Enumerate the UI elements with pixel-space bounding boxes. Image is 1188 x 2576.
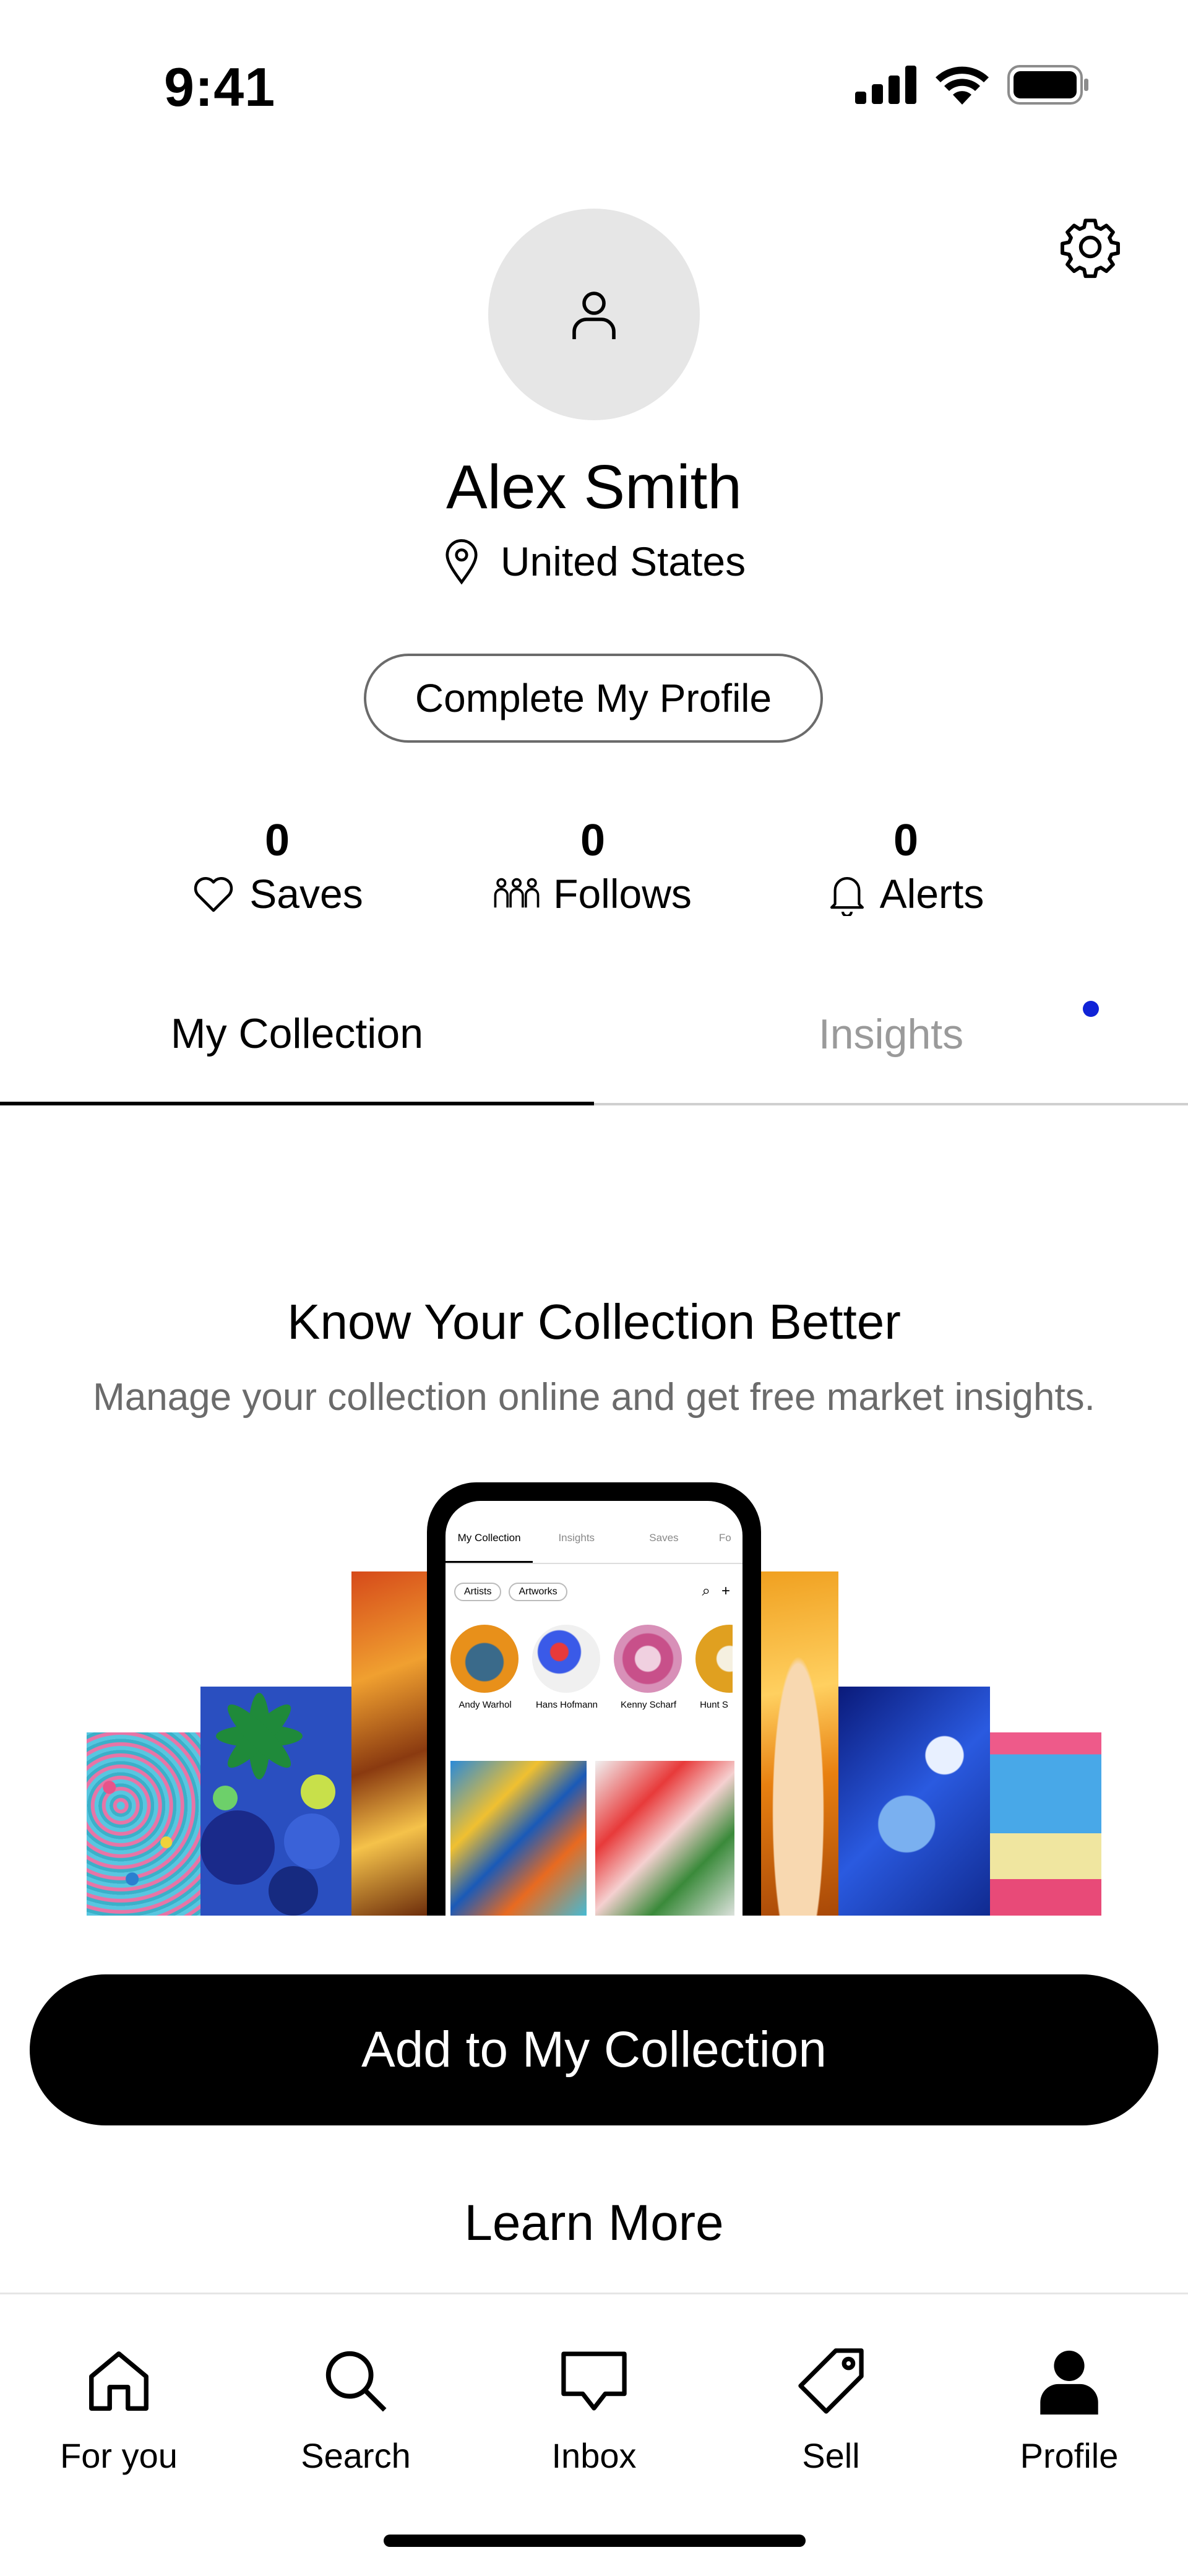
inbox-icon xyxy=(561,2351,627,2411)
artist-name: Andy Warhol xyxy=(458,1700,512,1710)
artwork-image xyxy=(990,1732,1101,1916)
profile-tabs: My Collection Insights xyxy=(0,966,1188,1108)
status-time: 9:41 xyxy=(164,56,276,118)
nav-label: Search xyxy=(301,2436,411,2475)
alerts-label: Alerts xyxy=(879,871,984,917)
artwork-image xyxy=(87,1732,200,1916)
avatar[interactable] xyxy=(488,209,700,420)
battery-icon xyxy=(1007,65,1088,105)
bottom-nav: For you Search Inbox Sell Profile xyxy=(0,2294,1188,2576)
artist-name: Hunt S xyxy=(700,1700,728,1710)
stat-saves[interactable]: 0 Saves xyxy=(147,811,407,917)
home-icon xyxy=(89,2351,148,2411)
mockup-tab: Fo xyxy=(718,1532,731,1544)
artwork-image xyxy=(450,1761,587,1916)
artwork-image xyxy=(200,1687,351,1916)
complete-profile-button[interactable]: Complete My Profile xyxy=(364,654,823,743)
profile-location: United States xyxy=(0,537,1188,586)
map-pin-icon xyxy=(446,539,478,585)
alerts-count: 0 xyxy=(893,816,919,865)
status-icons xyxy=(855,65,1089,105)
nav-search[interactable]: Search xyxy=(263,2338,449,2476)
mockup-chip: Artworks xyxy=(509,1583,567,1601)
mockup-tab: My Collection xyxy=(446,1527,533,1563)
mockup-chip: Artists xyxy=(454,1583,502,1601)
follows-label: Follows xyxy=(553,871,692,917)
learn-more-link[interactable]: Learn More xyxy=(0,2194,1188,2252)
tab-insights[interactable]: Insights xyxy=(594,966,1188,1105)
mockup-tab: Insights xyxy=(558,1532,595,1544)
artwork-image xyxy=(595,1761,734,1916)
saves-count: 0 xyxy=(264,816,290,865)
nav-label: Sell xyxy=(802,2436,860,2475)
stat-follows[interactable]: 0 Follows xyxy=(463,811,723,917)
nav-label: Profile xyxy=(1020,2436,1119,2475)
nav-inbox[interactable]: Inbox xyxy=(501,2338,687,2476)
profile-filled-icon xyxy=(1040,2350,1098,2415)
home-indicator xyxy=(384,2535,806,2547)
tag-icon xyxy=(798,2348,864,2414)
tab-my-collection[interactable]: My Collection xyxy=(0,966,594,1105)
artist-name: Kenny Scharf xyxy=(620,1700,677,1710)
artist-name: Hans Hofmann xyxy=(535,1700,598,1710)
wifi-icon xyxy=(936,66,989,105)
follows-count: 0 xyxy=(580,816,606,865)
settings-button[interactable] xyxy=(1057,214,1124,280)
artist-avatar xyxy=(450,1625,519,1693)
artist-avatar xyxy=(532,1625,600,1693)
nav-label: For you xyxy=(60,2436,178,2475)
promo-subtitle: Manage your collection online and get fr… xyxy=(93,1376,1095,1419)
phone-mockup: My Collection Insights Saves Fo Artists … xyxy=(427,1482,761,1916)
mockup-search-icon: ⌕ xyxy=(702,1583,710,1599)
gear-icon xyxy=(1061,218,1120,279)
artwork-image xyxy=(838,1687,990,1916)
nav-label: Inbox xyxy=(551,2436,637,2475)
status-bar: 9:41 xyxy=(0,0,1188,173)
promo-title: Know Your Collection Better xyxy=(287,1294,901,1349)
user-outline-icon xyxy=(572,292,616,339)
artwork-image xyxy=(351,1571,432,1916)
location-text: United States xyxy=(500,538,746,584)
people-icon xyxy=(494,878,540,908)
mockup-tab: Saves xyxy=(649,1532,679,1544)
nav-for-you[interactable]: For you xyxy=(26,2338,212,2476)
mockup-plus-icon: + xyxy=(721,1583,730,1599)
add-to-collection-button[interactable]: Add to My Collection xyxy=(30,1974,1158,2125)
saves-label: Saves xyxy=(249,871,363,917)
nav-profile[interactable]: Profile xyxy=(976,2338,1162,2476)
heart-icon xyxy=(194,877,233,912)
collection-illustration: My Collection Insights Saves Fo Artists … xyxy=(87,1482,1101,1916)
nav-sell[interactable]: Sell xyxy=(738,2338,924,2476)
mockup-tools: ⌕ + xyxy=(702,1583,730,1600)
artist-avatar xyxy=(614,1625,682,1693)
artist-avatar xyxy=(695,1625,733,1693)
insights-notification-dot xyxy=(1083,1001,1099,1017)
search-icon xyxy=(325,2351,387,2412)
cellular-signal-icon xyxy=(855,66,916,104)
stat-alerts[interactable]: 0 Alerts xyxy=(776,811,1036,917)
bell-icon xyxy=(830,877,864,916)
profile-name: Alex Smith xyxy=(446,452,742,522)
artwork-image xyxy=(758,1571,838,1916)
profile-stats: 0 Saves 0 Follows 0 Alerts xyxy=(0,811,1188,935)
